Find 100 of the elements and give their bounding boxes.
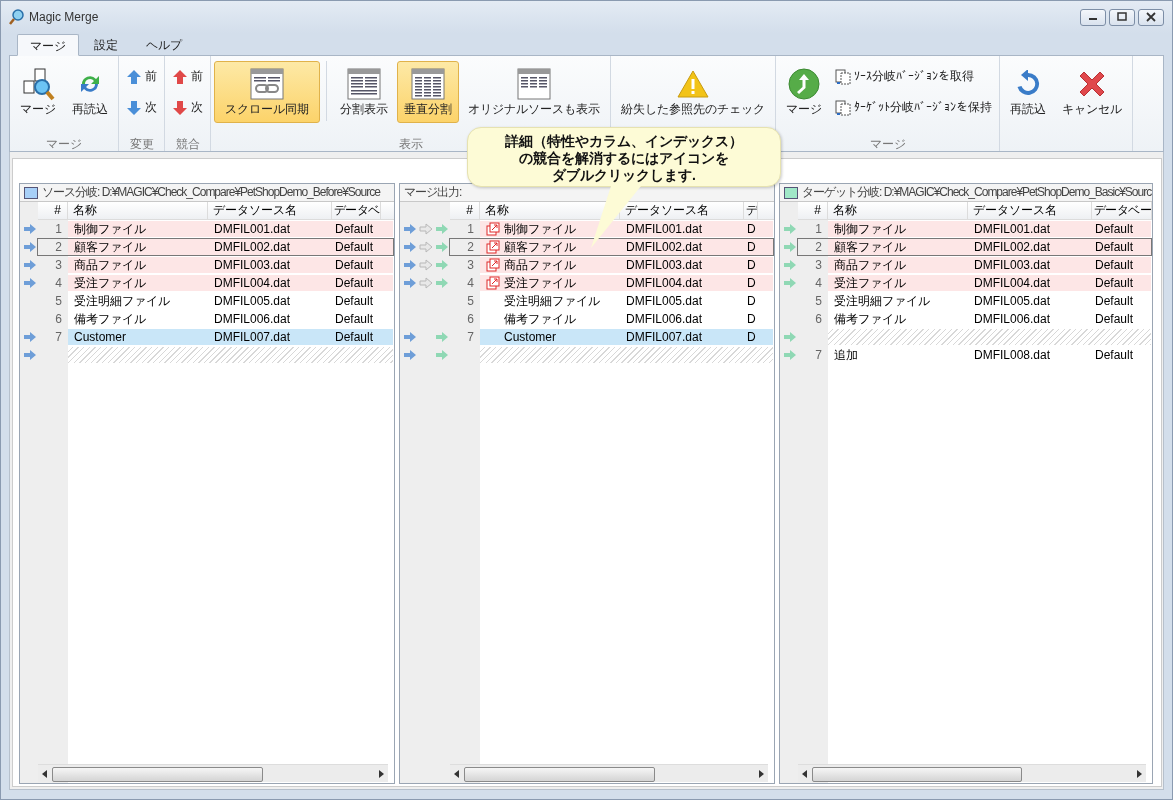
- tooltip-text: の競合を解消するにはアイコンを: [519, 150, 729, 167]
- ribbon-tab[interactable]: 設定: [81, 33, 131, 55]
- toolbar-button[interactable]: 垂直分割: [397, 61, 459, 123]
- table-row[interactable]: 2 顧客ファイル DMFIL002.dat D: [449, 238, 774, 256]
- table-cell-text: Default: [334, 293, 374, 309]
- toolbar-button[interactable]: オリジナルソースも表示: [461, 61, 607, 123]
- table-row[interactable]: 7 Customer DMFIL007.dat Default: [37, 328, 394, 346]
- table-row[interactable]: 4 受注ファイル DMFIL004.dat D: [449, 274, 774, 292]
- table-row[interactable]: 5 受注明細ファイル DMFIL005.dat Default: [797, 292, 1152, 310]
- table-cell-text: D: [746, 293, 756, 309]
- table-row[interactable]: 6 備考ファイル DMFIL006.dat D: [449, 310, 774, 328]
- table-cell: D: [744, 257, 756, 273]
- maximize-button[interactable]: [1109, 8, 1135, 26]
- toolbar-button[interactable]: 前: [168, 65, 207, 88]
- table-cell: Default: [332, 275, 374, 291]
- horizontal-scrollbar[interactable]: [38, 764, 388, 782]
- popout-icon[interactable]: [486, 222, 500, 236]
- toolbar-button[interactable]: 分割表示: [333, 61, 395, 123]
- table-row[interactable]: 6 備考ファイル DMFIL006.dat Default: [37, 310, 394, 328]
- row-number: 1: [814, 222, 823, 236]
- table-cell: DMFIL004.dat: [208, 275, 332, 291]
- row-number: 4: [54, 276, 63, 290]
- pane-title: ターゲット分岐: D:¥MAGIC¥Check_Compare¥PetShopDemo_Basic¥Sourc: [802, 184, 1152, 201]
- popout-icon[interactable]: [486, 276, 500, 290]
- table-cell: Default: [332, 239, 374, 255]
- table-row[interactable]: 3 商品ファイル DMFIL003.dat Default: [37, 256, 394, 274]
- column-header: #: [798, 202, 828, 219]
- ribbon-tab[interactable]: マージ: [17, 34, 79, 56]
- table-cell-text: DMFIL005.dat: [625, 293, 704, 309]
- table-cell: 受注明細ファイル: [834, 293, 930, 309]
- popout-icon[interactable]: [486, 258, 500, 272]
- table-cell: DMFIL001.dat: [968, 221, 1092, 237]
- table-row[interactable]: 3 商品ファイル DMFIL003.dat Default: [797, 256, 1152, 274]
- table-row[interactable]: 7 追加 DMFIL008.dat Default: [797, 346, 1152, 364]
- table-row[interactable]: 1 制御ファイル DMFIL001.dat D: [449, 220, 774, 238]
- table-cell: 受注ファイル: [834, 275, 906, 291]
- maximize-icon: [1116, 12, 1128, 22]
- table-row[interactable]: 1 制御ファイル DMFIL001.dat Default: [37, 220, 394, 238]
- toolbar-button[interactable]: 前: [122, 65, 161, 88]
- table-cell: DMFIL002.dat: [620, 239, 744, 255]
- table-row[interactable]: 2 顧客ファイル DMFIL002.dat Default: [37, 238, 394, 256]
- tooltip-text: 詳細（特性やカラム、インデックス）: [505, 133, 743, 150]
- table-row[interactable]: 3 商品ファイル DMFIL003.dat D: [449, 256, 774, 274]
- toolbar-button[interactable]: スクロール同期: [214, 61, 320, 123]
- table-row[interactable]: 2 顧客ファイル DMFIL002.dat Default: [797, 238, 1152, 256]
- toolbar-button[interactable]: 再読込: [65, 61, 115, 123]
- close-button[interactable]: [1138, 8, 1164, 26]
- toolbar-button[interactable]: 次: [122, 96, 161, 119]
- left-triangle-icon: [454, 769, 460, 778]
- popout-icon[interactable]: [486, 240, 500, 254]
- up-arrow-icon: [172, 68, 188, 85]
- toolbar-button[interactable]: 再読込: [1003, 61, 1053, 123]
- table-row[interactable]: 5 受注明細ファイル DMFIL005.dat Default: [37, 292, 394, 310]
- horizontal-scrollbar[interactable]: [798, 764, 1146, 782]
- split-view-icon: [347, 67, 381, 100]
- table-row[interactable]: 4 受注ファイル DMFIL004.dat Default: [37, 274, 394, 292]
- table-cell: Default: [332, 257, 374, 273]
- column-header: データベ: [332, 202, 381, 219]
- table-cell: 追加: [834, 347, 858, 363]
- toolbar-button[interactable]: 次: [168, 96, 207, 119]
- group-label: 変更: [129, 137, 154, 151]
- table-cell: 備考ファイル: [834, 311, 906, 327]
- group-label: マージ: [46, 137, 82, 151]
- ribbon-tab[interactable]: ヘルプ: [133, 33, 195, 55]
- row-number: 6: [466, 312, 475, 326]
- table-cell: 商品ファイル: [834, 257, 906, 273]
- scrollbar-thumb[interactable]: [812, 767, 1022, 782]
- group-label: 競合: [175, 137, 200, 151]
- row-number: 5: [54, 294, 63, 308]
- toolbar-button[interactable]: ｿｰｽ分岐ﾊﾞｰｼﾞｮﾝを取得: [831, 65, 996, 88]
- minimize-button[interactable]: [1080, 8, 1106, 26]
- toolbar-button[interactable]: キャンセル: [1055, 61, 1129, 123]
- warning-icon: [677, 68, 709, 99]
- toolbar-button[interactable]: 紛失した参照先のチェック: [614, 61, 772, 123]
- horizontal-scrollbar[interactable]: [450, 764, 768, 782]
- document-copy-icon: [835, 68, 851, 85]
- row-number: 7: [814, 348, 823, 362]
- right-triangle-icon: [1136, 769, 1142, 778]
- row-number: 4: [466, 276, 475, 290]
- table-row[interactable]: 6 備考ファイル DMFIL006.dat Default: [797, 310, 1152, 328]
- table-cell: 制御ファイル: [504, 221, 576, 237]
- column-header: 名称: [68, 202, 208, 219]
- table-row[interactable]: 7 Customer DMFIL007.dat D: [449, 328, 774, 346]
- table-cell: Default: [1092, 221, 1134, 237]
- toolbar-button[interactable]: ﾀｰｹﾞｯﾄ分岐ﾊﾞｰｼﾞｮﾝを保持: [831, 96, 996, 119]
- table-row[interactable]: 4 受注ファイル DMFIL004.dat Default: [797, 274, 1152, 292]
- table-row[interactable]: 1 制御ファイル DMFIL001.dat Default: [797, 220, 1152, 238]
- table-cell-text: DMFIL006.dat: [625, 311, 704, 327]
- row-number: 2: [54, 240, 63, 254]
- toolbar-button[interactable]: マージ: [13, 61, 63, 123]
- toolbar-button[interactable]: マージ: [779, 61, 829, 123]
- table-cell: D: [744, 239, 756, 255]
- table-cell-text: DMFIL006.dat: [213, 311, 292, 327]
- scrollbar-thumb[interactable]: [464, 767, 655, 782]
- table-cell: 顧客ファイル: [834, 239, 906, 255]
- row-number: 4: [814, 276, 823, 290]
- scrollbar-thumb[interactable]: [52, 767, 264, 782]
- table-cell: 顧客ファイル: [74, 239, 146, 255]
- table-cell: DMFIL004.dat: [620, 275, 744, 291]
- table-row[interactable]: 5 受注明細ファイル DMFIL005.dat D: [449, 292, 774, 310]
